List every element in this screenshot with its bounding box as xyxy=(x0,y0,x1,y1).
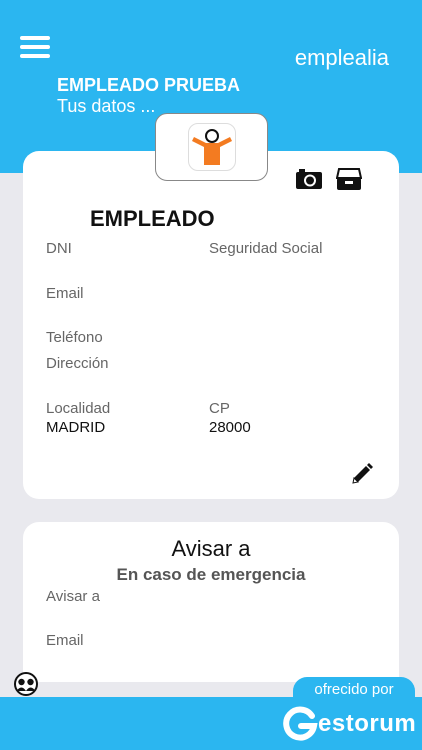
avatar[interactable] xyxy=(155,113,268,181)
emergency-subtitle: En caso de emergencia xyxy=(116,565,306,584)
email-label: Email xyxy=(46,285,84,302)
emergency-email-label: Email xyxy=(46,632,84,649)
postal-code-value: 28000 xyxy=(209,419,251,436)
user-name: EMPLEADO PRUEBA xyxy=(57,75,241,95)
gestorum-logo-text: estorum xyxy=(318,710,417,737)
offered-by-label: ofrecido por xyxy=(293,677,415,703)
address-label: Dirección xyxy=(46,355,109,372)
city-value: MADRID xyxy=(46,419,106,436)
employee-card: EMPLEADO DNI Seguridad Social Email Telé… xyxy=(23,151,399,499)
pencil-icon[interactable] xyxy=(350,462,374,486)
emergency-card: Avisar a En caso de emergencia Avisar a … xyxy=(23,522,399,682)
app-logo-icon xyxy=(187,123,236,171)
social-security-label: Seguridad Social xyxy=(209,240,323,257)
page-subtitle: Tus datos ... xyxy=(57,96,156,116)
emergency-title: Avisar a xyxy=(171,536,251,561)
archive-icon[interactable] xyxy=(336,167,362,191)
city-label: Localidad xyxy=(46,400,111,417)
emergency-contact-label: Avisar a xyxy=(46,588,100,605)
camera-icon[interactable] xyxy=(295,168,323,190)
postal-code-label: CP xyxy=(209,400,230,417)
gestorum-g-icon xyxy=(283,706,318,741)
hamburger-menu-icon[interactable] xyxy=(20,36,50,58)
phone-label: Teléfono xyxy=(46,329,103,346)
dni-label: DNI xyxy=(46,240,72,257)
employee-title: EMPLEADO xyxy=(90,206,215,231)
people-icon[interactable] xyxy=(13,672,39,696)
brand-title: emplealia xyxy=(294,45,389,70)
gestorum-logo[interactable]: estorum xyxy=(282,705,416,743)
